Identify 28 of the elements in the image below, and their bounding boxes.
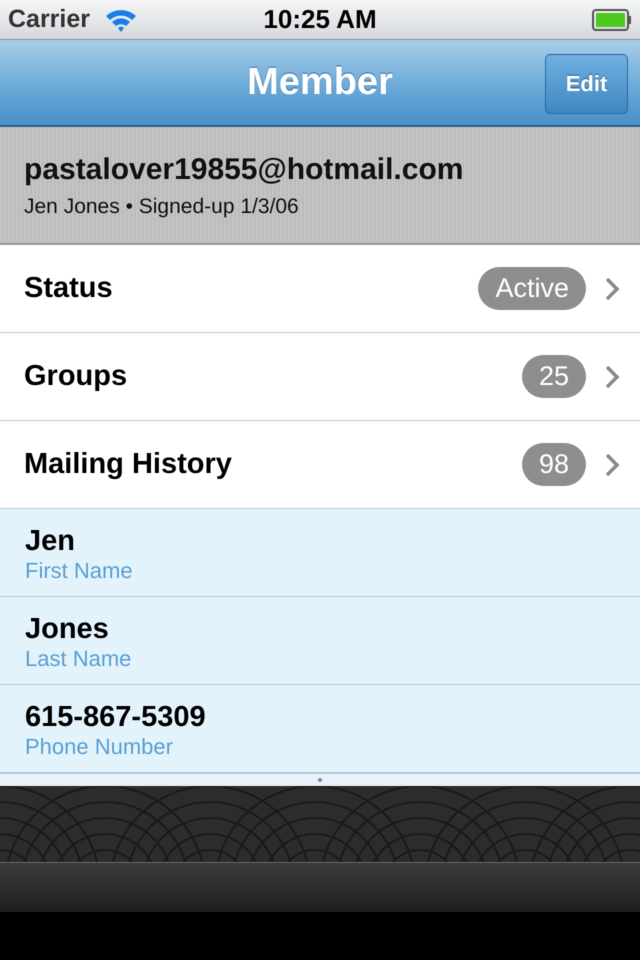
row-label: Mailing History — [24, 448, 233, 481]
row-label: Groups — [24, 360, 128, 393]
chevron-icon — [604, 364, 620, 390]
count-badge: Active — [478, 267, 586, 310]
page-dot — [318, 778, 322, 782]
count-badge: 25 — [522, 355, 586, 398]
field-row[interactable]: 615-867-5309 Phone Number — [0, 685, 640, 773]
field-label: Phone Number — [25, 734, 174, 760]
menu-row[interactable]: Mailing History 98 — [0, 421, 640, 509]
row-label: Status — [24, 272, 114, 305]
field-value: 615-867-5309 — [25, 701, 207, 734]
status-time: 10:25 AM — [263, 4, 377, 35]
menu-row[interactable]: Groups 25 — [0, 333, 640, 421]
field-label: First Name — [25, 558, 134, 584]
menu-row[interactable]: Status Active — [0, 245, 640, 333]
chevron-icon — [604, 452, 620, 478]
field-value: Jones — [25, 613, 110, 646]
field-value: Jen — [25, 525, 76, 558]
chevron-icon — [604, 276, 620, 302]
member-subtitle: Jen Jones • Signed-up 1/3/06 — [24, 195, 300, 219]
nav-title: Member — [247, 61, 393, 104]
field-label: Last Name — [25, 646, 132, 672]
count-badge: 98 — [522, 443, 586, 486]
battery-icon — [592, 8, 632, 30]
field-row[interactable]: Jones Last Name — [0, 597, 640, 685]
field-row[interactable]: Jen First Name — [0, 509, 640, 597]
member-email: pastalover19855@hotmail.com — [24, 153, 464, 187]
carrier-name: Carrier — [8, 5, 90, 34]
